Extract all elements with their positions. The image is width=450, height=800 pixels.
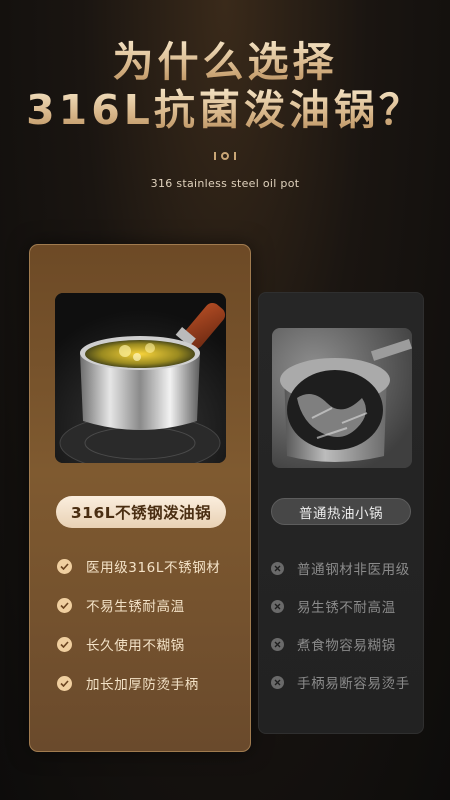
headline: 为什么选择 316L抗菌泼油锅？: [0, 38, 450, 134]
list-item: 长久使用不糊锅: [57, 633, 220, 655]
feature-label: 煮食物容易糊锅: [297, 638, 396, 654]
feature-label: 加长加厚防烫手柄: [86, 677, 199, 693]
headline-line-2: 316L抗菌泼油锅？: [0, 86, 450, 134]
subtitle: 316 stainless steel oil pot: [150, 177, 300, 190]
feature-label: 普通钢材非医用级: [297, 562, 410, 578]
check-icon: [57, 675, 72, 691]
feature-label: 长久使用不糊锅: [86, 638, 185, 654]
feature-label: 易生锈不耐高温: [297, 600, 396, 616]
ordinary-pot-badge: 普通热油小锅: [271, 498, 411, 525]
ordinary-pot-photo: [272, 328, 412, 468]
ordinary-pot-card: 普通热油小锅 普通钢材非医用级 易生锈不耐高温 煮食物容易糊锅 手柄易断容易烫手: [258, 292, 424, 734]
headline-line-1: 为什么选择: [0, 38, 450, 86]
list-item: 医用级316L不锈钢材: [57, 555, 220, 577]
divider-ornament: [210, 150, 240, 162]
list-item: 易生锈不耐高温: [271, 595, 410, 617]
list-item: 煮食物容易糊锅: [271, 633, 410, 655]
premium-pot-card: 316L不锈钢泼油锅 医用级316L不锈钢材 不易生锈耐高温 长久使用不糊锅 加…: [29, 244, 251, 752]
feature-label: 手柄易断容易烫手: [297, 676, 410, 692]
feature-label: 医用级316L不锈钢材: [86, 560, 221, 576]
premium-pot-photo: [55, 293, 226, 463]
cross-icon: [271, 675, 284, 689]
cross-icon: [271, 599, 284, 613]
list-item: 手柄易断容易烫手: [271, 671, 410, 693]
list-item: 普通钢材非医用级: [271, 557, 410, 579]
premium-feature-list: 医用级316L不锈钢材 不易生锈耐高温 长久使用不糊锅 加长加厚防烫手柄: [57, 555, 220, 711]
check-icon: [57, 636, 72, 652]
list-item: 加长加厚防烫手柄: [57, 672, 220, 694]
check-icon: [57, 558, 72, 574]
premium-pot-badge: 316L不锈钢泼油锅: [56, 496, 226, 528]
list-item: 不易生锈耐高温: [57, 594, 220, 616]
feature-label: 不易生锈耐高温: [86, 599, 185, 615]
ordinary-feature-list: 普通钢材非医用级 易生锈不耐高温 煮食物容易糊锅 手柄易断容易烫手: [271, 557, 410, 709]
cross-icon: [271, 561, 284, 575]
cross-icon: [271, 637, 284, 651]
check-icon: [57, 597, 72, 613]
